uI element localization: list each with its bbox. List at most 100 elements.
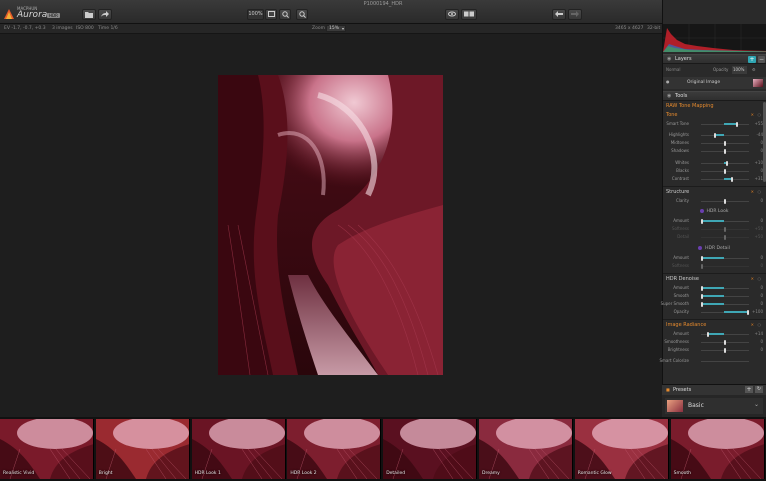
slider-label: Midtones xyxy=(670,140,689,145)
layer-item[interactable]: ● Original Image xyxy=(663,77,766,89)
options-icon[interactable]: ○ xyxy=(758,111,762,119)
preset-thumbnail[interactable]: Realistic Vivid xyxy=(0,419,94,479)
slider-fill xyxy=(707,333,724,335)
slider-row[interactable]: Amount 0 xyxy=(663,254,763,262)
options-icon[interactable]: ○ xyxy=(758,188,762,196)
options-icon[interactable]: ○ xyxy=(758,321,762,329)
refresh-presets-button[interactable]: ↻ xyxy=(755,386,763,393)
tools-header[interactable]: ◉ Tools xyxy=(663,91,766,101)
slider-row[interactable]: Super Smooth 0 xyxy=(661,300,763,308)
preset-thumbnail[interactable]: Bright xyxy=(95,419,190,479)
add-preset-button[interactable]: + xyxy=(745,386,753,393)
slider-label: Smoothness xyxy=(664,339,689,344)
slider-row[interactable]: Softness 0 xyxy=(663,262,763,270)
slider-knob[interactable] xyxy=(724,198,726,204)
slider-knob[interactable] xyxy=(701,255,703,261)
slider-fill xyxy=(701,220,724,222)
slider-knob[interactable] xyxy=(724,339,726,345)
compare-button[interactable] xyxy=(461,9,477,20)
preset-category-select[interactable]: Basic ⌄ xyxy=(665,398,763,414)
slider-knob[interactable] xyxy=(701,285,703,291)
preset-thumbnail[interactable]: Detailed xyxy=(383,419,478,479)
preset-thumbnail[interactable]: HDR Look 2 xyxy=(287,419,382,479)
slider-row[interactable]: Amount 0 xyxy=(663,217,763,225)
share-button[interactable] xyxy=(98,9,112,20)
layers-header[interactable]: ◉ Layers + − xyxy=(663,54,766,64)
slider-knob[interactable] xyxy=(735,121,738,127)
preset-thumbnail[interactable]: Romantic Glow xyxy=(574,419,669,479)
slider-row[interactable]: Smooth 0 xyxy=(663,292,763,300)
tools-toggle-icon[interactable]: ◉ xyxy=(667,92,671,100)
tone-section[interactable]: Tone ✕ ○ xyxy=(666,111,762,119)
slider-row[interactable]: Amount +14 xyxy=(663,330,763,338)
undo-button[interactable] xyxy=(552,9,566,20)
layer-visibility-icon[interactable]: ● xyxy=(666,79,670,84)
slider-knob[interactable] xyxy=(724,226,726,232)
zoom-select[interactable]: 15% ▾ xyxy=(326,25,346,32)
slider-row[interactable]: Midtones 0 xyxy=(663,139,763,147)
slider-row[interactable]: Shadows 0 xyxy=(663,147,763,155)
slider-value: +14 xyxy=(754,331,763,336)
slider-track[interactable] xyxy=(701,360,749,362)
blend-mode-select[interactable]: Normal xyxy=(666,66,680,74)
hdr-denoise-section[interactable]: HDR Denoise ✕ ○ xyxy=(666,275,762,283)
exposure-time: Time 1/6 xyxy=(98,26,118,31)
reset-icon[interactable]: ✕ xyxy=(751,275,754,283)
slider-knob[interactable] xyxy=(724,347,726,353)
slider-knob[interactable] xyxy=(724,168,726,174)
smart-colorize-row[interactable]: Smart Colorize xyxy=(660,357,763,365)
preset-thumbnail[interactable]: Dreamy xyxy=(479,419,573,479)
hdr-detail-subheader[interactable]: HDR Detail xyxy=(666,244,762,252)
preset-thumbnail[interactable]: Smooth xyxy=(670,419,765,479)
slider-row[interactable]: Smart Tone +55 xyxy=(663,120,763,128)
slider-track[interactable] xyxy=(701,134,749,136)
photo-preview[interactable] xyxy=(218,75,443,375)
reset-icon[interactable]: ✕ xyxy=(751,321,754,329)
layer-settings-button[interactable]: ⚙ xyxy=(752,66,756,74)
zoom-out-button[interactable] xyxy=(296,9,308,20)
slider-knob[interactable] xyxy=(701,263,703,269)
raw-tone-mapping-header[interactable]: RAW Tone Mapping xyxy=(666,102,762,110)
redo-button[interactable] xyxy=(568,9,582,20)
eye-icon[interactable]: ◉ xyxy=(667,55,671,63)
slider-row[interactable]: Brightness 0 xyxy=(663,346,763,354)
slider-row[interactable]: Opacity +100 xyxy=(663,308,763,316)
preset-thumbnail[interactable]: HDR Look 1 xyxy=(191,419,286,479)
slider-knob[interactable] xyxy=(724,148,726,154)
slider-row[interactable]: Clarity 0 xyxy=(663,197,763,205)
slider-knob[interactable] xyxy=(701,301,703,307)
slider-row[interactable]: Highlights -44 xyxy=(663,131,763,139)
slider-knob[interactable] xyxy=(701,218,703,224)
slider-row[interactable]: Detail +50 xyxy=(663,233,763,241)
remove-layer-button[interactable]: − xyxy=(758,55,765,63)
slider-knob[interactable] xyxy=(724,140,726,146)
slider-row[interactable]: Whites +10 xyxy=(663,159,763,167)
slider-row[interactable]: Amount 0 xyxy=(663,284,763,292)
slider-row[interactable]: Blacks 0 xyxy=(663,167,763,175)
reset-icon[interactable]: ✕ xyxy=(751,111,754,119)
image-radiance-section[interactable]: Image Radiance ✕ ○ xyxy=(666,321,762,329)
zoom-100-button[interactable]: 100% xyxy=(247,9,264,20)
slider-row[interactable]: Softness +50 xyxy=(663,225,763,233)
presets-header[interactable]: ■ Presets + ↻ xyxy=(662,385,766,395)
zoom-in-button[interactable] xyxy=(279,9,291,20)
opacity-value[interactable]: 100% xyxy=(732,66,747,74)
structure-section[interactable]: Structure ✕ ○ xyxy=(666,188,762,196)
add-layer-button[interactable]: + xyxy=(748,55,756,63)
open-button[interactable] xyxy=(82,9,96,20)
slider-knob[interactable] xyxy=(747,309,749,315)
preview-toggle-button[interactable] xyxy=(445,9,459,20)
slider-track[interactable] xyxy=(701,265,749,267)
slider-row[interactable]: Smoothness 0 xyxy=(663,338,763,346)
reset-icon[interactable]: ✕ xyxy=(751,188,754,196)
hdr-look-subheader[interactable]: HDR Look xyxy=(666,207,762,215)
image-canvas[interactable] xyxy=(0,34,662,417)
fit-button[interactable] xyxy=(265,9,277,20)
slider-knob[interactable] xyxy=(730,176,733,182)
slider-knob[interactable] xyxy=(713,132,716,138)
slider-knob[interactable] xyxy=(724,234,726,240)
slider-row[interactable]: Contrast +31 xyxy=(663,175,763,183)
slider-knob[interactable] xyxy=(726,160,729,166)
options-icon[interactable]: ○ xyxy=(758,275,762,283)
slider-knob[interactable] xyxy=(701,293,703,299)
